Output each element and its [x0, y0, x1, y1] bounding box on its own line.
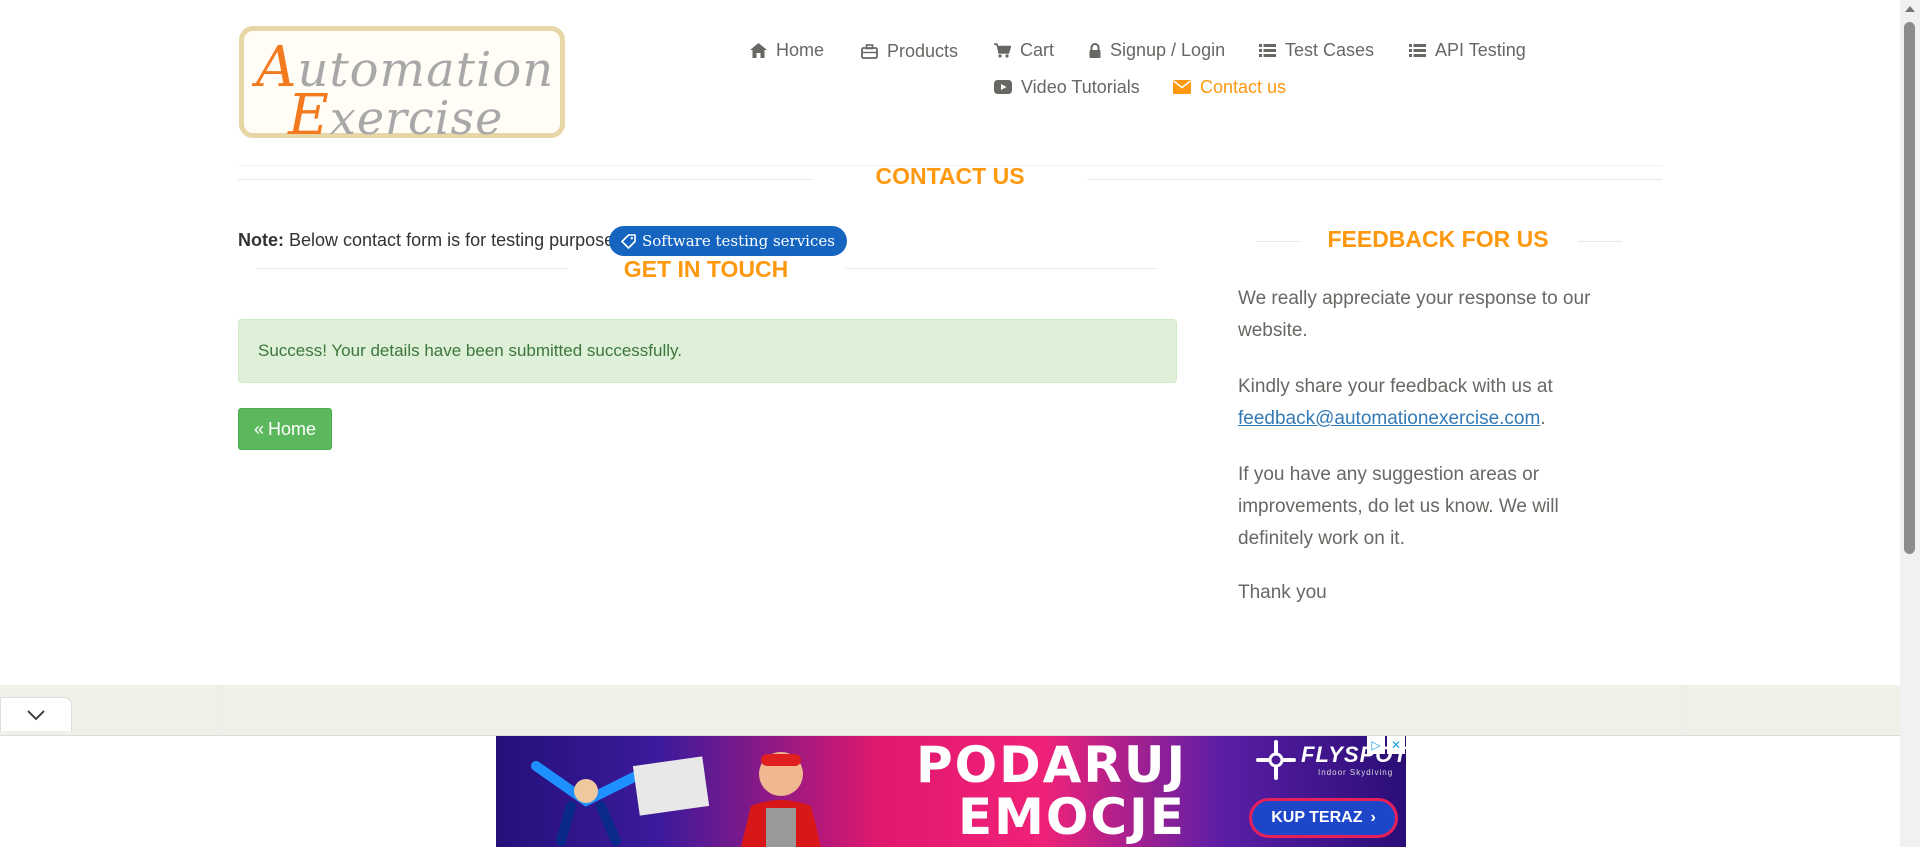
nav-cart-label: Cart: [1020, 39, 1055, 60]
nav-api-testing-label: API Testing: [1435, 39, 1526, 60]
ad-info-icon[interactable]: ▷: [1367, 736, 1385, 754]
house-icon: [750, 42, 767, 58]
home-button-label: Home: [268, 418, 317, 439]
feedback-paragraph-4: Thank you: [1238, 582, 1327, 603]
tag-icon: [621, 233, 636, 249]
instructor-figure: [706, 736, 856, 847]
get-in-touch-title: GET IN TOUCH: [623, 256, 789, 282]
feedback-share-text: Kindly share your feedback with us at: [1238, 376, 1553, 397]
feedback-paragraph-1: We really appreciate your response to ou…: [1238, 288, 1591, 341]
home-button[interactable]: « Home: [238, 408, 332, 450]
nav-contact-us-label: Contact us: [1200, 76, 1287, 97]
ad-brand-sub: Indoor Skydiving: [1318, 768, 1394, 777]
success-message: Success! Your details have been submitte…: [258, 341, 682, 360]
chevron-right-icon: ›: [1370, 809, 1376, 826]
feedback-paragraph-2: Kindly share your feedback with us at fe…: [1238, 371, 1638, 435]
feedback-title: FEEDBACK FOR US: [1327, 226, 1549, 252]
feedback-email-link[interactable]: feedback@automationexercise.com: [1238, 408, 1540, 429]
feedback-paragraph-3: If you have any suggestion areas or impr…: [1238, 464, 1559, 549]
nav-video-tutorials[interactable]: Video Tutorials: [994, 76, 1140, 98]
note-label: Note:: [238, 230, 284, 250]
double-chevron-left-icon: «: [253, 419, 264, 439]
logo-line-2: Exercise: [288, 83, 504, 148]
list-icon: [1409, 43, 1426, 57]
nav-signup-login[interactable]: Signup / Login: [1089, 39, 1225, 61]
page-title: CONTACT US: [875, 163, 1025, 189]
ad-cta-button[interactable]: KUP TERAZ ›: [1249, 798, 1398, 838]
nav-signup-login-label: Signup / Login: [1110, 39, 1226, 60]
chevron-down-icon: [27, 709, 45, 720]
ad-cta-label: KUP TERAZ: [1271, 809, 1363, 826]
software-testing-badge[interactable]: Software testing services: [609, 226, 847, 256]
title-rule-left: [238, 179, 813, 180]
nav-products-label: Products: [887, 40, 959, 61]
ad-close-icon[interactable]: ✕: [1387, 736, 1405, 754]
nav-home[interactable]: Home: [750, 39, 824, 61]
lock-icon: [1089, 42, 1101, 58]
nav-contact-us[interactable]: Contact us: [1173, 76, 1286, 98]
note-text: Below contact form is for testing purpos…: [284, 230, 620, 250]
nav-video-tutorials-label: Video Tutorials: [1021, 76, 1140, 97]
nav-products[interactable]: Products: [861, 40, 958, 62]
gift-box: [632, 756, 710, 816]
ad-headline-1: PODARUJ: [916, 736, 1188, 794]
ad-collapse-button[interactable]: [0, 697, 72, 731]
briefcase-icon: [861, 43, 878, 59]
nav-test-cases[interactable]: Test Cases: [1259, 39, 1374, 61]
site-logo[interactable]: Automation Exercise: [239, 26, 565, 148]
ad-headline-2: EMOCJE: [958, 788, 1186, 846]
scrollbar-thumb[interactable]: [1904, 22, 1915, 554]
touch-rule-right: [845, 268, 1157, 269]
success-alert: Success! Your details have been submitte…: [238, 319, 1177, 383]
list-icon: [1259, 43, 1276, 57]
scroll-up-arrow-icon[interactable]: [1905, 6, 1915, 12]
nav-api-testing[interactable]: API Testing: [1409, 39, 1526, 61]
envelope-icon: [1173, 80, 1191, 94]
touch-rule-left: [256, 268, 568, 269]
title-rule-right: [1087, 179, 1662, 180]
nav-cart[interactable]: Cart: [994, 39, 1054, 61]
feedback-share-end: .: [1540, 408, 1546, 429]
cart-icon: [994, 42, 1011, 58]
footer-inner: [218, 685, 1684, 737]
testing-note: Note: Below contact form is for testing …: [238, 230, 619, 251]
badge-label: Software testing services: [642, 232, 835, 250]
flyspot-logo-icon: [1256, 740, 1296, 780]
youtube-play-icon: [994, 80, 1012, 94]
nav-home-label: Home: [776, 39, 825, 60]
ad-banner[interactable]: PODARUJ EMOCJE FLYSPOT Indoor Skydiving …: [496, 736, 1406, 847]
nav-test-cases-label: Test Cases: [1285, 39, 1375, 60]
